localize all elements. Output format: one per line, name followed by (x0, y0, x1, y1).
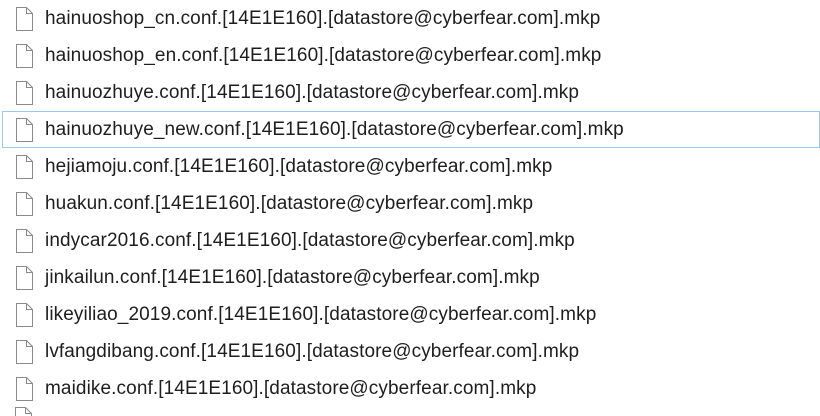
file-row[interactable]: hainuozhuye.conf.[14E1E160].[datastore@c… (0, 74, 820, 111)
file-icon (15, 154, 33, 179)
file-icon (15, 117, 33, 142)
file-row[interactable]: likeyiliao_2019.conf.[14E1E160].[datasto… (0, 296, 820, 333)
file-name: jinkailun.conf.[14E1E160].[datastore@cyb… (45, 266, 540, 288)
file-icon (15, 80, 33, 105)
file-name: hainuozhuye_new.conf.[14E1E160].[datasto… (45, 118, 624, 140)
file-row[interactable]: hejiamoju.conf.[14E1E160].[datastore@cyb… (0, 148, 820, 185)
file-name: likeyiliao_2019.conf.[14E1E160].[datasto… (45, 303, 597, 325)
file-name: lvfangdibang.conf.[14E1E160].[datastore@… (45, 340, 580, 362)
file-icon (15, 302, 33, 327)
file-icon (14, 407, 32, 416)
file-icon (15, 191, 33, 216)
file-row[interactable]: indycar2016.conf.[14E1E160].[datastore@c… (0, 222, 820, 259)
file-name: indycar2016.conf.[14E1E160].[datastore@c… (45, 229, 575, 251)
file-icon (15, 376, 33, 401)
file-name: hainuoshop_cn.conf.[14E1E160].[datastore… (45, 7, 601, 29)
file-row-focused[interactable]: hainuozhuye_new.conf.[14E1E160].[datasto… (2, 111, 820, 148)
file-icon (15, 228, 33, 253)
file-row[interactable]: jinkailun.conf.[14E1E160].[datastore@cyb… (0, 259, 820, 296)
file-row[interactable]: lvfangdibang.conf.[14E1E160].[datastore@… (0, 333, 820, 370)
file-icon (15, 6, 33, 31)
file-name: hainuozhuye.conf.[14E1E160].[datastore@c… (45, 81, 580, 103)
file-name: hainuoshop_en.conf.[14E1E160].[datastore… (45, 44, 602, 66)
file-icon (15, 339, 33, 364)
file-name: hejiamoju.conf.[14E1E160].[datastore@cyb… (45, 155, 553, 177)
file-name: huakun.conf.[14E1E160].[datastore@cyberf… (45, 192, 534, 214)
file-row[interactable]: maidike.conf.[14E1E160].[datastore@cyber… (0, 370, 820, 407)
file-icon (15, 265, 33, 290)
file-row[interactable]: huakun.conf.[14E1E160].[datastore@cyberf… (0, 185, 820, 222)
file-list: hainuoshop_cn.conf.[14E1E160].[datastore… (0, 0, 820, 407)
file-icon (15, 43, 33, 68)
file-row[interactable]: hainuoshop_cn.conf.[14E1E160].[datastore… (0, 0, 820, 37)
file-row[interactable]: hainuoshop_en.conf.[14E1E160].[datastore… (0, 37, 820, 74)
file-name: maidike.conf.[14E1E160].[datastore@cyber… (45, 377, 537, 399)
